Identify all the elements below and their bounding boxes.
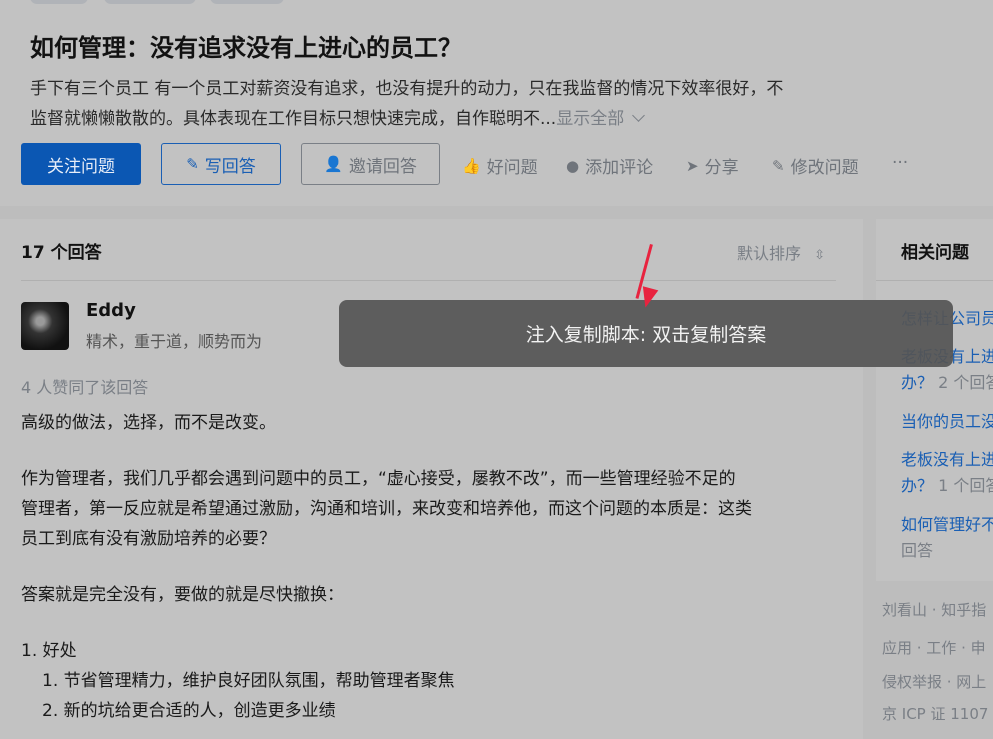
description-line-2: 监督就懒懒散散的。具体表现在工作目标只想快速完成，自作聪明不...显示全部 <box>30 104 870 134</box>
good-question-button[interactable]: 👍 好问题 <box>462 153 538 179</box>
pencil-icon: ✎ <box>772 156 785 175</box>
question-description: 手下有三个员工 有一个员工对薪资没有追求，也没有提升的动力，只在我监督的情况下效… <box>30 74 870 134</box>
topic-tag[interactable] <box>104 0 196 4</box>
author-name[interactable]: Eddy <box>86 300 136 321</box>
toast-message: 注入复制脚本: 双击复制答案 <box>339 300 953 367</box>
footer-link[interactable]: 刘看山 · 知乎指 <box>882 599 986 620</box>
list-item: 1. 好处 <box>21 641 77 661</box>
answer-count: 17 个回答 <box>21 243 102 263</box>
vote-count: 4 人赞同了该回答 <box>21 378 149 397</box>
related-link-text: 办？ <box>901 373 934 392</box>
related-link[interactable]: 当你的员工没 <box>901 408 993 432</box>
invite-label: 邀请回答 <box>348 156 417 177</box>
description-text: 监督就懒懒散散的。具体表现在工作目标只想快速完成，自作聪明不... <box>30 109 557 129</box>
description-line: 手下有三个员工 有一个员工对薪资没有追求，也没有提升的动力，只在我监督的情况下效… <box>30 79 784 99</box>
more-button[interactable]: ··· <box>892 153 908 173</box>
avatar[interactable] <box>21 302 69 350</box>
edit-question-button[interactable]: ✎ 修改问题 <box>772 153 859 179</box>
related-link[interactable]: 如何管理好不 <box>901 511 993 535</box>
topic-tag[interactable] <box>30 0 88 4</box>
share-label: 分享 <box>704 158 739 178</box>
comment-icon: ● <box>566 156 580 175</box>
follow-label: 关注问题 <box>47 156 115 177</box>
share-button[interactable]: ➤ 分享 <box>686 153 739 179</box>
show-all-link[interactable]: 显示全部 <box>556 109 624 129</box>
answer-count: 2 个回答 <box>938 373 993 392</box>
more-icon: ··· <box>892 153 909 173</box>
add-comment-button[interactable]: ● 添加评论 <box>566 153 654 179</box>
thumbs-up-icon: 👍 <box>462 156 481 175</box>
answer-count: 回答 <box>901 541 934 560</box>
write-answer-button[interactable]: ✎ 写回答 <box>161 143 281 185</box>
sort-toggle-icon: ⇳ <box>814 248 826 263</box>
paper-plane-icon: ➤ <box>686 156 699 175</box>
answer-count: 1 个回答 <box>938 476 993 495</box>
divider <box>876 280 993 281</box>
paragraph: 员工到底有没有激励培养的必要？ <box>21 529 276 549</box>
toast-text: 注入复制脚本: 双击复制答案 <box>525 324 767 346</box>
question-header: 如何管理：没有追求没有上进心的员工？ 手下有三个员工 有一个员工对薪资没有追求，… <box>0 0 993 206</box>
sort-dropdown[interactable]: 默认排序 ⇳ <box>737 240 825 264</box>
related-link-line2[interactable]: 办？ 1 个回答 <box>901 472 993 496</box>
paragraph: 高级的做法，选择，而不是改变。 <box>21 413 276 433</box>
related-link[interactable]: 老板没有上进 <box>901 446 993 470</box>
edit-label: 修改问题 <box>790 158 859 178</box>
list-item: 2. 新的坑给更合适的人，创造更多业绩 <box>42 701 336 721</box>
footer-link[interactable]: 侵权举报 · 网上 <box>882 671 986 692</box>
footer-link[interactable]: 京 ICP 证 1107 <box>882 703 988 724</box>
follow-question-button[interactable]: 关注问题 <box>21 143 141 185</box>
related-link-line2[interactable]: 办？ 2 个回答 <box>901 369 993 393</box>
sort-label: 默认排序 <box>737 244 802 263</box>
paragraph: 作为管理者，我们几乎都会遇到问题中的员工，“虚心接受，屡教不改”，而一些管理经验… <box>21 469 736 489</box>
pencil-icon: ✎ <box>186 155 199 173</box>
paragraph: 答案就是完全没有，要做的就是尽快撤换： <box>21 585 344 605</box>
paragraph: 管理者，第一反应就是希望通过激励，沟通和培训，来改变和培养他，而这个问题的本质是… <box>21 499 752 519</box>
author-bio: 精术，重于道，顺势而为 <box>86 332 263 351</box>
answer-body: 高级的做法，选择，而不是改变。 作为管理者，我们几乎都会遇到问题中的员工，“虚心… <box>21 408 841 726</box>
list-item: 1. 节省管理精力，维护良好团队氛围，帮助管理者聚焦 <box>42 671 455 691</box>
divider <box>21 280 836 281</box>
write-label: 写回答 <box>204 156 256 177</box>
good-question-label: 好问题 <box>486 158 538 178</box>
comment-label: 添加评论 <box>585 158 654 178</box>
topic-tag[interactable] <box>210 0 284 4</box>
chevron-down-icon[interactable] <box>632 109 646 122</box>
add-user-icon: 👤 <box>324 155 343 173</box>
related-link-text: 办？ <box>901 476 934 495</box>
footer-link[interactable]: 应用 · 工作 · 申 <box>882 637 986 658</box>
related-title: 相关问题 <box>901 243 969 263</box>
question-title: 如何管理：没有追求没有上进心的员工？ <box>30 34 462 62</box>
sidebar-clip: 相关问题 怎样让公司员 老板没有上进 办？ 2 个回答 当你的员工没 老板没有上… <box>876 219 993 735</box>
invite-answer-button[interactable]: 👤 邀请回答 <box>301 143 440 185</box>
